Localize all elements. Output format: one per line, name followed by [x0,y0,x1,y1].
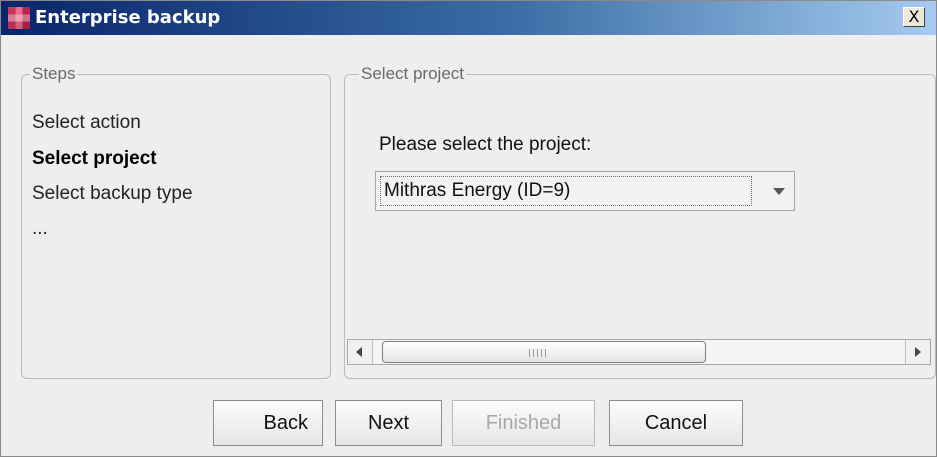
back-button[interactable]: Back [213,400,323,446]
project-select[interactable]: Mithras Energy (ID=9) [375,171,795,211]
scroll-right-arrow-icon[interactable] [905,340,930,364]
next-button[interactable]: Next [335,400,442,446]
app-logo-icon [8,7,30,29]
project-legend: Select project [359,63,466,85]
enterprise-backup-dialog: Enterprise backup X Steps Select action … [0,0,937,457]
step-select-action: Select action [32,112,141,133]
step-select-project: Select project [32,148,157,169]
step-select-backup-type: Select backup type [32,183,193,204]
grip-icon [529,349,549,357]
title-bar[interactable]: Enterprise backup X [1,1,936,35]
steps-legend: Steps [30,63,78,85]
select-project-panel: Select project Please select the project… [344,63,936,379]
cancel-button[interactable]: Cancel [609,400,743,446]
close-button[interactable]: X [903,7,925,27]
project-select-value: Mithras Energy (ID=9) [380,176,752,206]
horizontal-scrollbar[interactable] [347,339,931,365]
project-prompt-label: Please select the project: [379,134,592,155]
scroll-left-arrow-icon[interactable] [348,340,373,364]
chevron-down-icon[interactable] [764,175,794,207]
finished-button[interactable]: Finished [452,400,595,446]
steps-panel: Steps Select action Select project Selec… [21,63,331,379]
window-title: Enterprise backup [35,7,221,28]
scrollbar-thumb[interactable] [382,341,706,363]
step-more: ... [32,218,48,239]
